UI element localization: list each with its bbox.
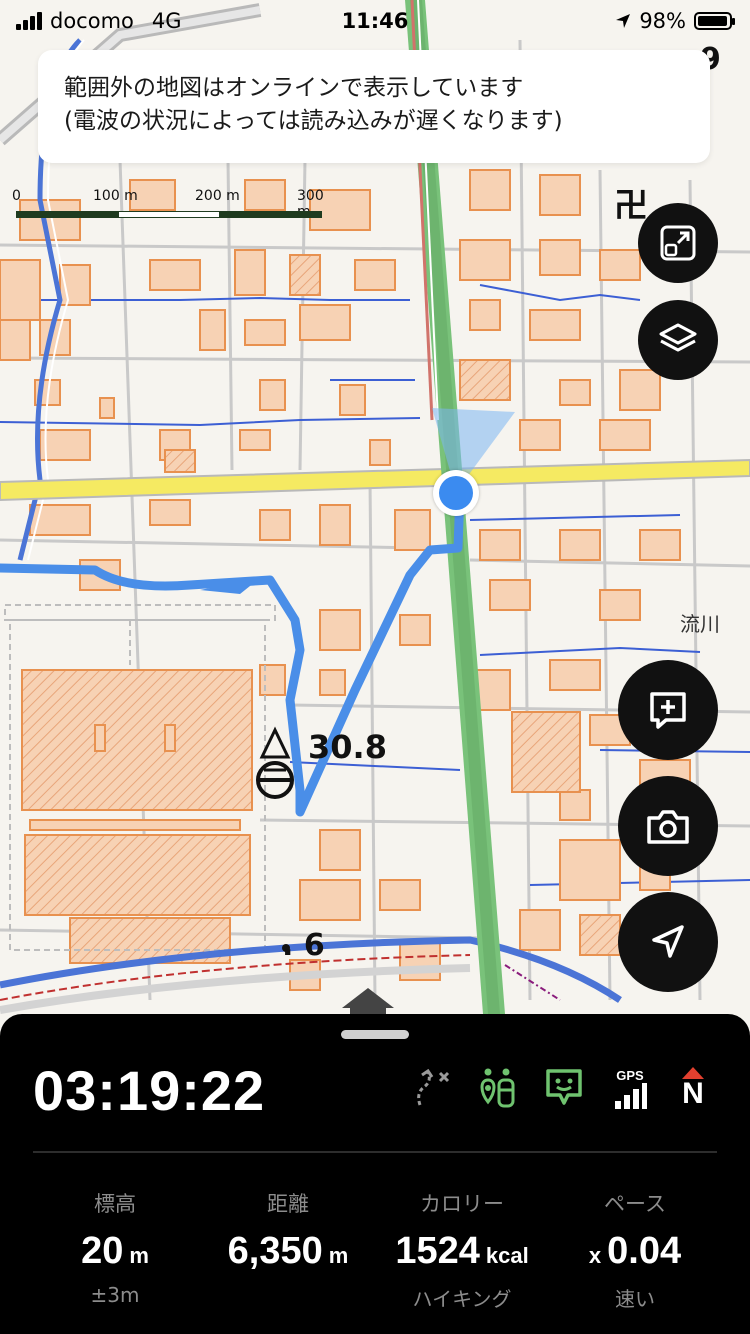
stat-elevation: 標高 20 m ±3m [25,1188,205,1307]
banner-line-2: (電波の状況によっては読み込みが遅くなります) [64,108,563,134]
status-icon-row: GPS N [412,1066,710,1110]
compass-indicator[interactable]: N [676,1067,710,1109]
activity-panel: 03:19:22 GPS N 標高 20 m ±3m 距離 6,350 m カロ… [0,1014,750,1334]
current-location-dot [433,470,479,516]
map-scale-bar: 0 100 m 200 m 300 m [10,188,330,222]
add-memo-icon [650,692,686,729]
stat-distance-unit: m [328,1243,349,1268]
elapsed-time: 03:19:22 [33,1059,266,1122]
stat-pace: ペース x 0.04 速い [545,1188,725,1312]
stat-elevation-value: 20 [81,1230,124,1272]
stat-calories-value: 1524 [395,1230,480,1272]
navigation-arrow-icon [652,925,684,958]
scale-tick-200: 200 m [195,188,240,204]
layers-icon [659,323,697,352]
stat-calories-unit: kcal [485,1243,529,1268]
stat-distance: 距離 6,350 m [198,1188,378,1283]
stat-elevation-unit: m [129,1243,149,1268]
map-fit-button[interactable] [638,203,718,283]
battery-icon [694,12,735,30]
current-location-button[interactable] [618,892,718,992]
camera-button[interactable] [618,776,718,876]
elevation-point-label: . 6 [282,928,325,963]
stat-calories-activity: ハイキング [412,1287,512,1311]
panel-divider [33,1151,717,1153]
map-layers-button[interactable] [638,300,718,380]
location-services-icon [616,14,631,28]
route-off-icon[interactable] [412,1067,452,1109]
gps-signal-bars-icon [615,1082,647,1109]
stat-pace-rating: 速い [615,1287,655,1311]
stat-elevation-label: 標高 [94,1192,136,1216]
community-chat-icon[interactable] [544,1067,584,1109]
summit-elevation-label: 30.8 [308,728,387,766]
stat-pace-value: 0.04 [607,1230,682,1272]
map-fit-icon [660,225,696,261]
gps-signal-indicator: GPS [610,1068,650,1109]
battery-percent: 98% [639,9,686,33]
camera-icon [647,810,689,844]
panel-drag-handle[interactable] [341,1030,409,1039]
scale-tick-100: 100 m [93,188,138,204]
stat-pace-label: ペース [604,1192,666,1216]
scale-tick-0: 0 [12,188,21,204]
stat-distance-label: 距離 [267,1192,309,1216]
compass-north-label: N [682,1077,704,1110]
gps-label: GPS [616,1067,644,1083]
banner-line-1: 範囲外の地図はオンラインで表示しています [64,75,524,101]
stat-pace-prefix: x [588,1243,602,1268]
temple-symbol: 卍 [614,186,648,226]
stat-distance-value: 6,350 [227,1230,323,1272]
stat-calories: カロリー 1524 kcal ハイキング [372,1188,552,1312]
stat-calories-label: カロリー [420,1192,504,1216]
people-location-icon[interactable] [478,1066,518,1110]
add-memo-button[interactable] [618,660,718,760]
stat-elevation-accuracy: ±3m [90,1283,140,1307]
offline-map-notice-banner: 範囲外の地図はオンラインで表示しています (電波の状況によっては読み込みが遅くな… [38,50,710,163]
status-bar: docomo 4G 11:46 98% [0,0,750,42]
river-name-label: 流川 [680,612,720,636]
